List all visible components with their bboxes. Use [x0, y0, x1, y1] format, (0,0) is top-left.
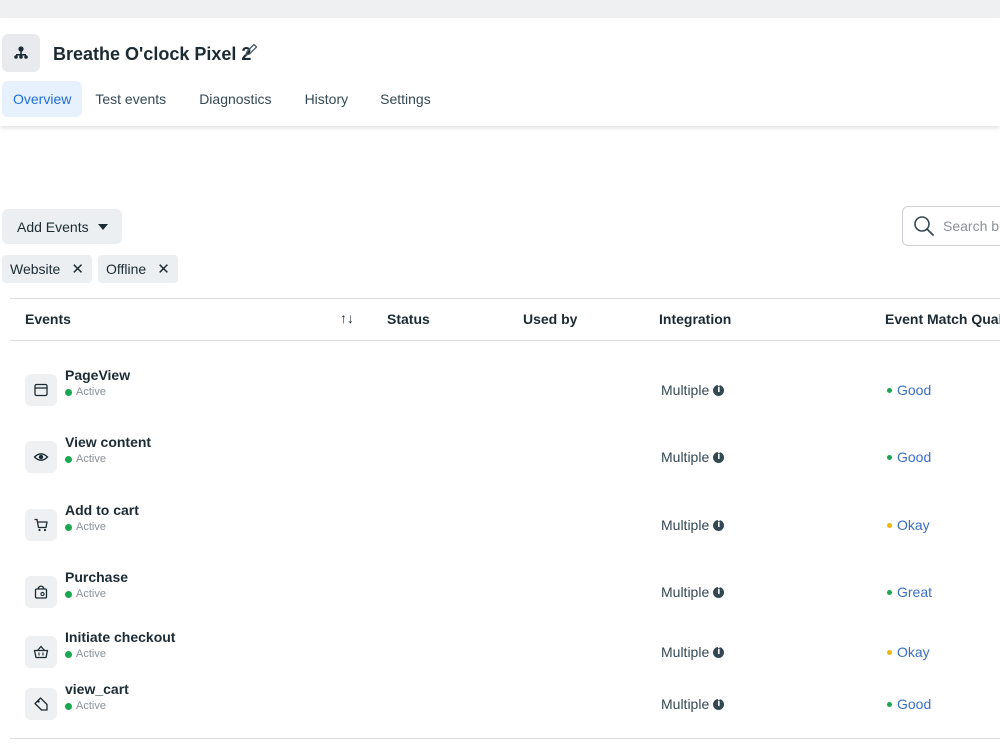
column-header-event-match-quality[interactable]: Event Match Qualit — [885, 311, 1000, 327]
integration-cell: Multiple i — [661, 644, 725, 660]
tab-test-events[interactable]: Test events — [84, 81, 177, 117]
info-icon[interactable]: i — [713, 451, 725, 463]
table-divider — [10, 738, 1000, 739]
event-status: Active — [65, 700, 106, 712]
table-divider — [10, 340, 1000, 341]
event-name[interactable]: View content — [65, 434, 151, 450]
status-dot — [65, 702, 72, 710]
event-status: Active — [65, 588, 106, 600]
event-name[interactable]: Initiate checkout — [65, 629, 175, 645]
event-match-quality: Good — [887, 382, 931, 398]
table-divider — [10, 298, 1000, 299]
event-match-quality: Great — [887, 584, 932, 600]
table-row[interactable]: Purchase Active Multiple i Great — [0, 569, 1000, 626]
info-icon[interactable]: i — [713, 519, 725, 531]
tab-history[interactable]: History — [294, 81, 360, 117]
add-events-button[interactable]: Add Events — [2, 209, 122, 244]
status-dot — [65, 523, 72, 531]
add-events-label: Add Events — [17, 218, 89, 235]
event-name[interactable]: view_cart — [65, 681, 129, 697]
table-row[interactable]: View content Active Multiple i Good — [0, 434, 1000, 491]
pixel-icon — [2, 34, 40, 72]
quality-dot — [887, 387, 892, 393]
integration-cell: Multiple i — [661, 517, 725, 533]
info-icon[interactable]: i — [713, 586, 725, 598]
table-row[interactable]: view_cart Active Multiple i Good — [0, 681, 1000, 738]
quality-dot — [887, 649, 892, 655]
cart-icon — [25, 509, 57, 541]
status-dot — [65, 388, 72, 396]
sort-icon[interactable]: ↑↓ — [340, 310, 354, 326]
filter-chip-offline: Offline ✕ — [98, 255, 178, 283]
integration-cell: Multiple i — [661, 584, 725, 600]
status-dot — [65, 650, 72, 658]
browser-window-icon — [25, 374, 57, 406]
integration-cell: Multiple i — [661, 382, 725, 398]
pixel-header: Breathe O'clock Pixel 2 Overview Test ev… — [0, 18, 1000, 126]
event-match-quality: Good — [887, 449, 931, 465]
info-icon[interactable]: i — [713, 646, 725, 658]
event-match-quality: Okay — [887, 517, 930, 533]
status-dot — [65, 590, 72, 598]
info-icon[interactable]: i — [713, 384, 725, 396]
pencil-icon[interactable] — [243, 42, 259, 63]
search-icon — [914, 216, 934, 236]
close-icon[interactable]: ✕ — [71, 262, 84, 277]
eye-icon — [25, 441, 57, 473]
column-header-integration[interactable]: Integration — [659, 311, 731, 327]
quality-dot — [887, 454, 892, 460]
integration-cell: Multiple i — [661, 449, 725, 465]
quality-dot — [887, 701, 892, 707]
event-status: Active — [65, 453, 106, 465]
integration-cell: Multiple i — [661, 696, 725, 712]
search-placeholder: Search b — [943, 218, 1000, 234]
tab-overview[interactable]: Overview — [2, 81, 83, 117]
status-dot — [65, 455, 72, 463]
column-header-events[interactable]: Events — [25, 311, 71, 327]
filter-chip-label: Offline — [106, 261, 147, 277]
event-name[interactable]: Add to cart — [65, 502, 139, 518]
event-match-quality: Good — [887, 696, 931, 712]
event-name[interactable]: Purchase — [65, 569, 128, 585]
event-match-quality: Okay — [887, 644, 930, 660]
quality-dot — [887, 522, 892, 528]
event-status: Active — [65, 521, 106, 533]
event-status: Active — [65, 648, 106, 660]
top-bar — [0, 0, 1000, 18]
info-icon[interactable]: i — [713, 698, 725, 710]
filter-chip-label: Website — [10, 261, 61, 277]
tag-icon — [25, 688, 57, 720]
close-icon[interactable]: ✕ — [157, 262, 170, 277]
event-name[interactable]: PageView — [65, 367, 130, 383]
tab-settings[interactable]: Settings — [369, 81, 442, 117]
column-header-used-by[interactable]: Used by — [523, 311, 577, 327]
table-row[interactable]: Initiate checkout Active Multiple i Okay — [0, 629, 1000, 686]
search-input[interactable]: Search b — [902, 206, 1000, 246]
tab-diagnostics[interactable]: Diagnostics — [188, 81, 282, 117]
event-status: Active — [65, 386, 106, 398]
basket-icon — [25, 636, 57, 668]
filter-chip-website: Website ✕ — [2, 255, 92, 283]
quality-dot — [887, 589, 892, 595]
table-row[interactable]: PageView Active Multiple i Good — [0, 367, 1000, 424]
column-header-status[interactable]: Status — [387, 311, 430, 327]
shopping-bag-icon — [25, 576, 57, 608]
caret-down-icon — [97, 223, 108, 230]
tab-bar: Overview Test events Diagnostics History… — [2, 81, 444, 117]
page-title: Breathe O'clock Pixel 2 — [53, 44, 252, 64]
table-row[interactable]: Add to cart Active Multiple i Okay — [0, 502, 1000, 559]
